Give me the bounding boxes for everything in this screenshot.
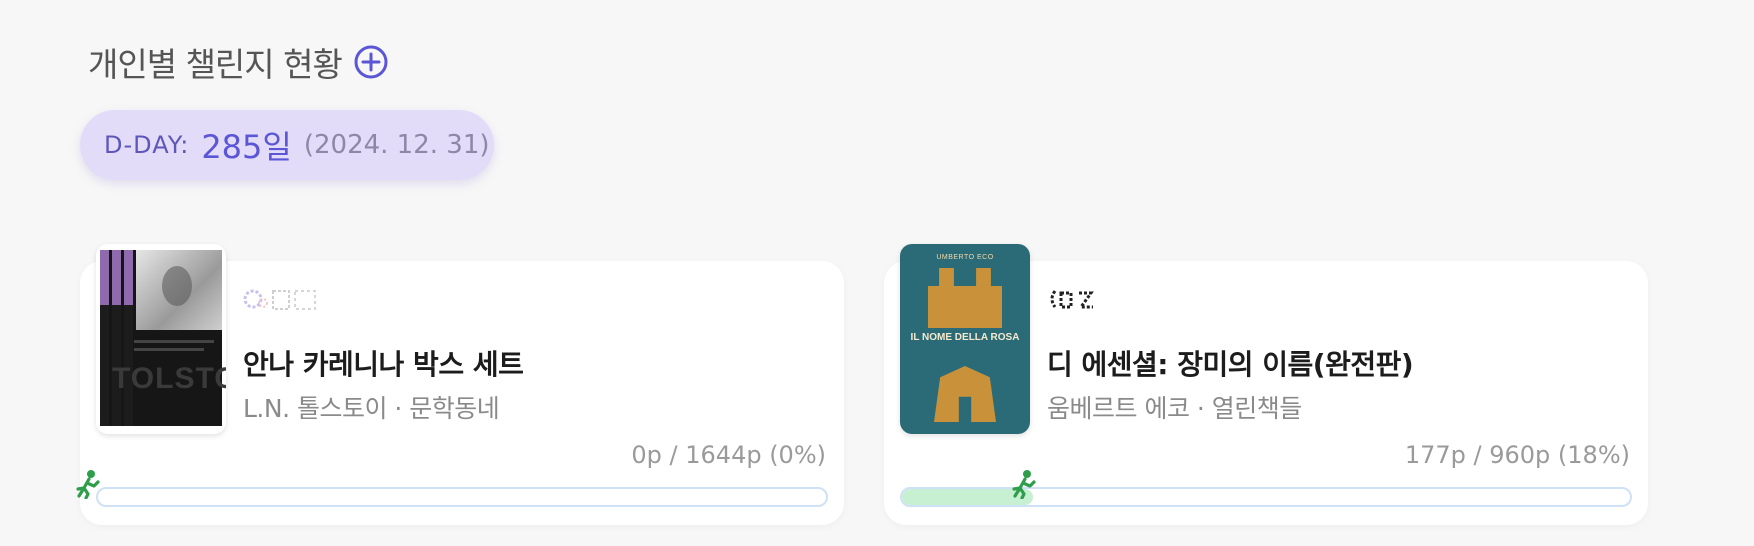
book-meta: 움베르트 에코 · 열린책들: [1047, 394, 1302, 423]
cover-art: [934, 366, 996, 422]
cover-stripe: [134, 348, 204, 351]
runner-icon: [1012, 470, 1036, 499]
cover-stripe: [134, 340, 214, 343]
book-card[interactable]: UMBERTO ECO IL NOME DELLA ROSA 디 에센셜: 장미…: [884, 244, 1648, 525]
progress-bar: [96, 487, 828, 507]
progress-text: 177p / 960p (18%): [1404, 441, 1630, 469]
cover-spine: [100, 250, 109, 426]
progress-text: 0p / 1644p (0%): [631, 441, 826, 469]
dday-badge: D-DAY: 285일 (2024. 12. 31): [80, 110, 494, 180]
runner-icon: [76, 470, 100, 499]
book-cover[interactable]: TOLSTOY: [96, 244, 226, 434]
reading-status-icon: [1050, 290, 1094, 309]
dday-date: (2024. 12. 31): [303, 130, 490, 160]
dday-value: 285일: [201, 128, 292, 166]
cover-title: IL NOME DELLA ROSA: [910, 332, 1020, 343]
book-cover[interactable]: UMBERTO ECO IL NOME DELLA ROSA: [900, 244, 1030, 434]
add-challenge-icon[interactable]: [354, 45, 388, 79]
cover-spine: [112, 250, 121, 426]
cover-portrait: [136, 250, 222, 330]
cover-spine: [124, 250, 133, 426]
book-title[interactable]: 디 에센셜: 장미의 이름(완전판): [1047, 343, 1414, 383]
section-header: 개인별 챌린지 현황: [88, 38, 388, 86]
cover-text: TOLSTOY: [112, 362, 226, 395]
reading-status-icon: [243, 289, 316, 310]
book-meta: L.N. 톨스토이 · 문학동네: [243, 394, 500, 423]
section-title: 개인별 챌린지 현황: [88, 45, 343, 84]
cover-art: [928, 268, 1002, 328]
book-card[interactable]: TOLSTOY 안나 카레니나 박스 세트 L.N. 톨스토이 · 문학동네 0…: [76, 244, 844, 525]
dday-label: D-DAY:: [104, 131, 190, 159]
cover-author: UMBERTO ECO: [936, 254, 994, 261]
book-title[interactable]: 안나 카레니나 박스 세트: [243, 343, 524, 383]
